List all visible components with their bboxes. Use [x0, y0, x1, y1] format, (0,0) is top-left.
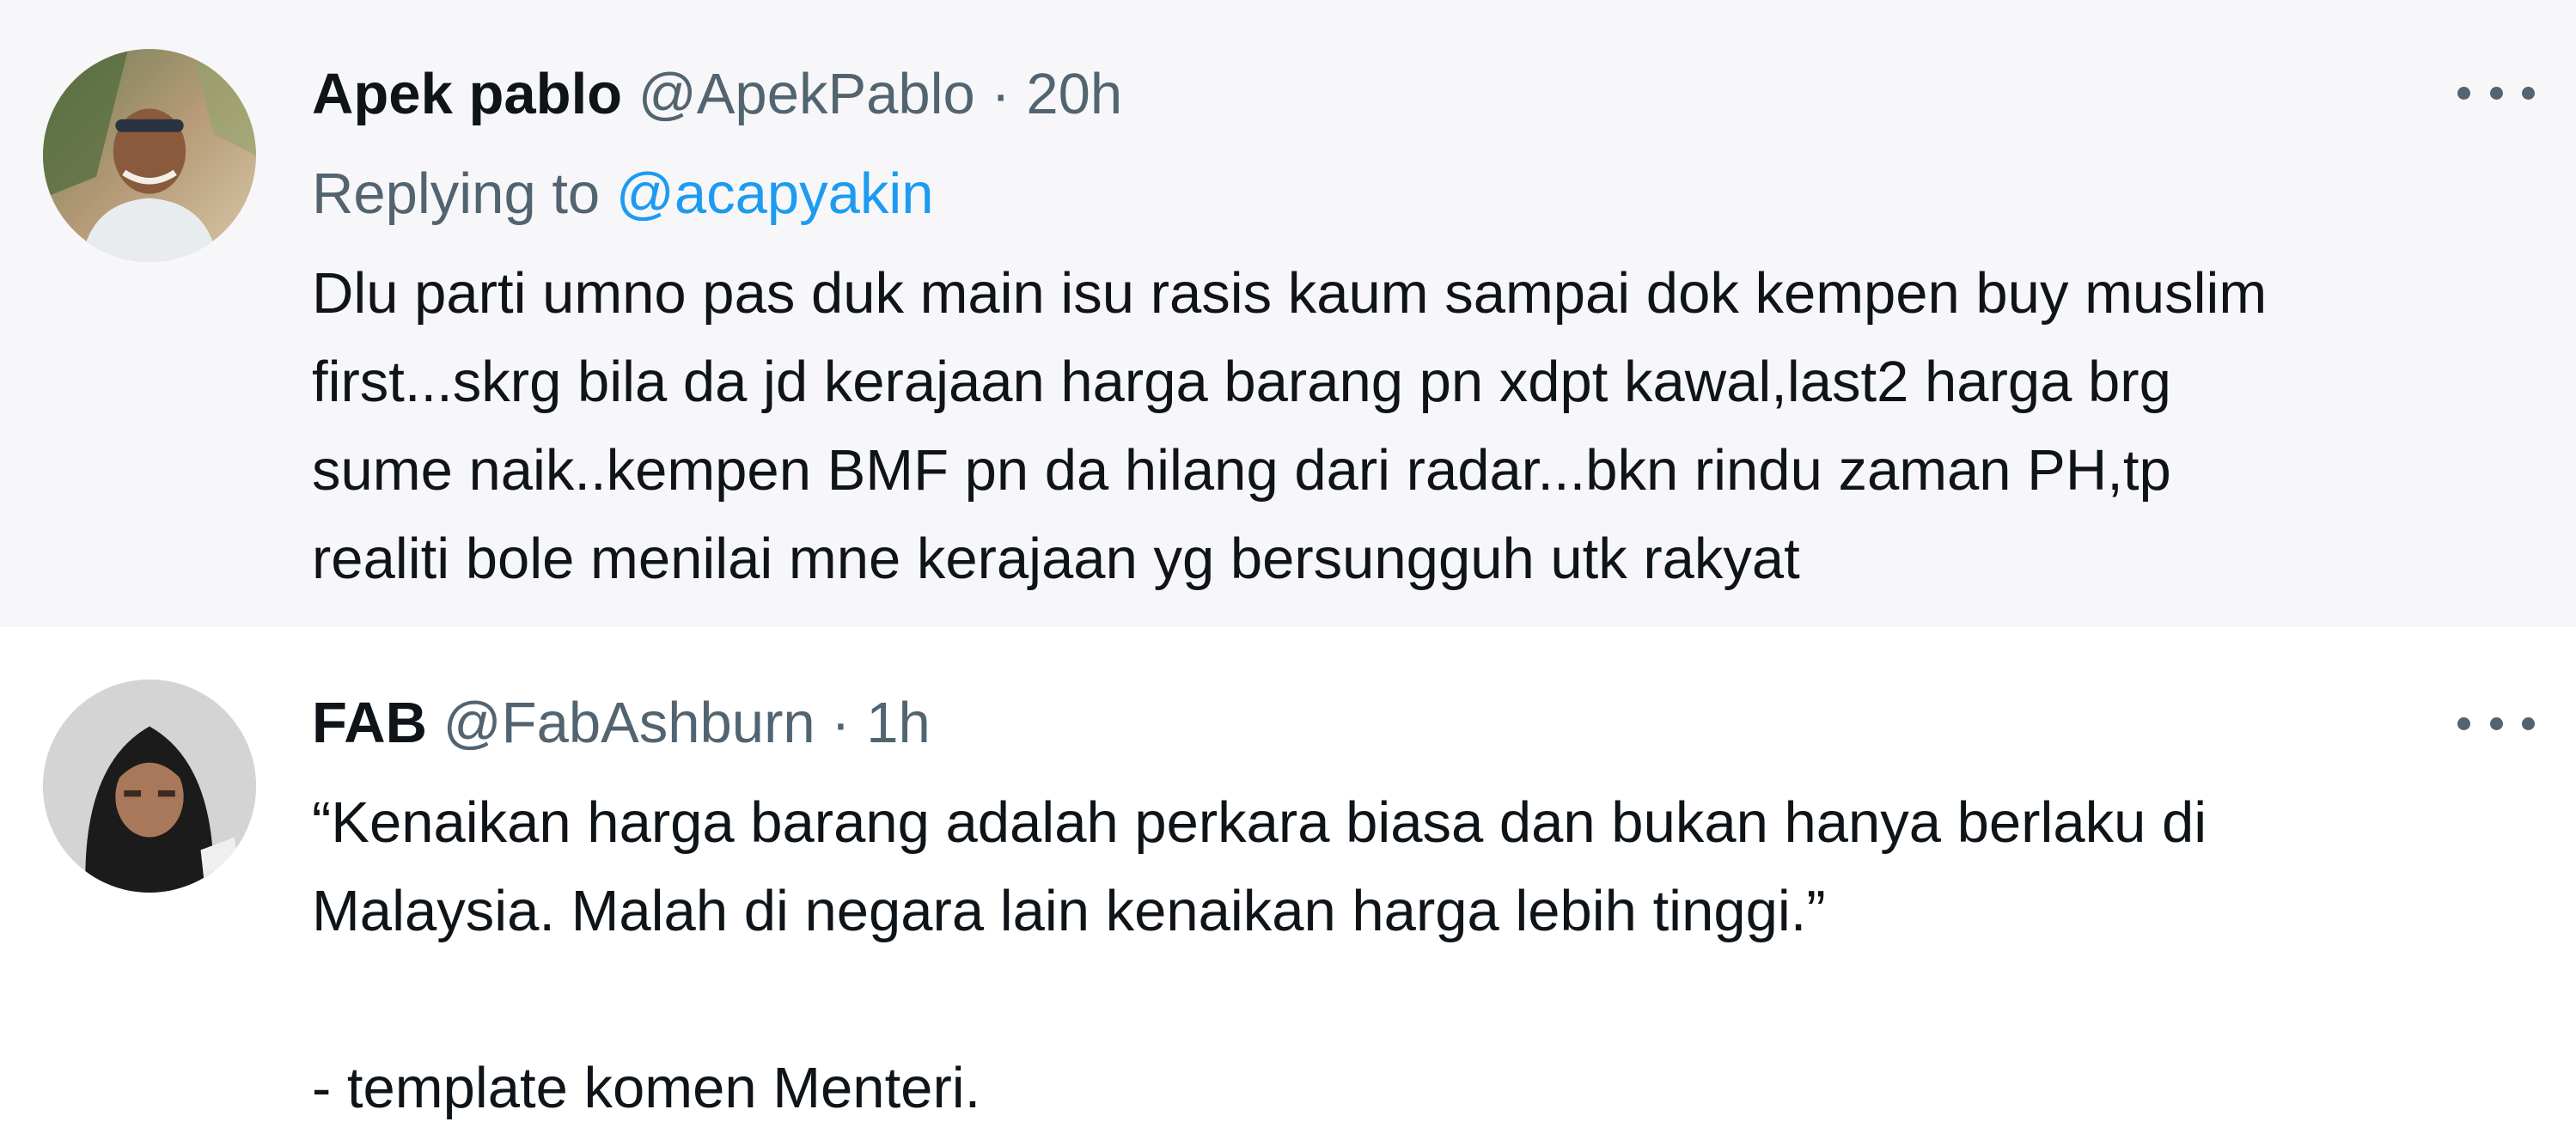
avatar-photo — [43, 49, 256, 262]
dot — [2489, 86, 2503, 100]
dot — [2457, 716, 2470, 730]
tweet-text-line: Malaysia. Malah di negara lain kenaikan … — [312, 879, 1826, 943]
user-handle[interactable]: @FabAshburn — [443, 691, 815, 755]
dot — [2522, 716, 2535, 730]
dot — [2457, 86, 2470, 100]
avatar-photo — [43, 680, 256, 893]
tweet-text: “Kenaikan harga barang adalah perkara bi… — [312, 778, 2555, 1132]
avatar[interactable] — [43, 680, 256, 893]
tweet-text-line: sume naik..kempen BMF pn da hilang dari … — [312, 438, 2171, 503]
more-horizontal-icon[interactable] — [2457, 76, 2535, 110]
dot — [2489, 716, 2503, 730]
replying-to-label: Replying to — [312, 162, 601, 226]
dot — [2522, 86, 2535, 100]
tweet-header: Apek pablo @ApekPablo · 20h — [312, 60, 1122, 129]
tweet[interactable]: Apek pablo @ApekPablo · 20h Replying to … — [0, 0, 2576, 627]
tweet-text-line: - template komen Menteri. — [312, 1056, 981, 1120]
avatar[interactable] — [43, 49, 256, 262]
reply-mention-link[interactable]: @acapyakin — [616, 162, 934, 226]
timestamp[interactable]: 1h — [866, 691, 931, 755]
tweet-text-line: first...skrg bila da jd kerajaan harga b… — [312, 350, 2171, 414]
timestamp[interactable]: 20h — [1026, 62, 1122, 126]
separator-dot: · — [831, 691, 851, 755]
display-name[interactable]: FAB — [312, 691, 427, 755]
tweet-text: Dlu parti umno pas duk main isu rasis ka… — [312, 249, 2555, 603]
tweet-text-line: Dlu parti umno pas duk main isu rasis ka… — [312, 261, 2268, 326]
tweet[interactable]: FAB @FabAshburn · 1h “Kenaikan harga bar… — [0, 627, 2576, 1140]
display-name[interactable]: Apek pablo — [312, 62, 622, 126]
tweet-feed: Apek pablo @ApekPablo · 20h Replying to … — [0, 0, 2576, 1140]
more-horizontal-icon[interactable] — [2457, 706, 2535, 741]
tweet-text-line: “Kenaikan harga barang adalah perkara bi… — [312, 790, 2207, 855]
tweet-header: FAB @FabAshburn · 1h — [312, 689, 931, 758]
separator-dot: · — [991, 62, 1010, 126]
tweet-text-line: realiti bole menilai mne kerajaan yg ber… — [312, 527, 1800, 591]
user-handle[interactable]: @ApekPablo — [638, 62, 975, 126]
replying-to: Replying to @acapyakin — [312, 160, 934, 229]
